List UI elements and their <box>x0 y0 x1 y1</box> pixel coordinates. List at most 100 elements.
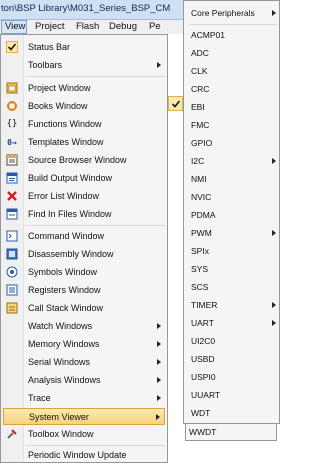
menu-debug[interactable]: Debug <box>106 20 140 34</box>
menu-item-memory-windows[interactable]: Memory Windows <box>3 336 165 353</box>
menu-item-error-list-window[interactable]: Error List Window <box>3 188 165 205</box>
submenu-arrow-icon <box>157 323 161 329</box>
project-window-icon <box>6 82 18 94</box>
submenu-arrow-icon <box>272 10 276 16</box>
menu-item-label: Memory Windows <box>28 339 100 349</box>
registers-icon <box>6 284 18 296</box>
submenu-item-label: TIMER <box>191 300 218 310</box>
menu-item-find-in-files-window[interactable]: Find In Files Window <box>3 206 165 223</box>
submenu-item-label: PWM <box>191 228 212 238</box>
submenu-item-spix[interactable]: SPIx <box>186 243 278 260</box>
menu-item-label: Call Stack Window <box>28 303 104 313</box>
submenu-item-scs[interactable]: SCS <box>186 279 278 296</box>
build-output-icon <box>6 172 18 184</box>
menu-item-label: Disassembly Window <box>28 249 114 259</box>
submenu-item-uart[interactable]: UART <box>186 315 278 332</box>
templates-icon: 0→ <box>7 137 17 147</box>
menu-item-system-viewer[interactable]: System Viewer <box>3 408 165 425</box>
menu-item-periodic-update[interactable]: Periodic Window Update <box>3 447 165 464</box>
submenu-item-acmp01[interactable]: ACMP01 <box>186 27 278 44</box>
menu-item-label: Error List Window <box>28 191 100 201</box>
submenu-item-uuart[interactable]: UUART <box>186 387 278 404</box>
submenu-item-fmc[interactable]: FMC <box>186 117 278 134</box>
menu-separator <box>189 24 277 25</box>
error-icon <box>6 190 18 202</box>
submenu-item-wdt[interactable]: WDT <box>186 405 278 422</box>
submenu-arrow-icon <box>157 377 161 383</box>
submenu-item-label: USBD <box>191 354 215 364</box>
menu-item-label: Command Window <box>28 231 105 241</box>
menu-item-symbols-window[interactable]: Symbols Window <box>3 264 165 281</box>
menu-peripherals[interactable]: Pe <box>146 20 164 34</box>
submenu-item-adc[interactable]: ADC <box>186 45 278 62</box>
submenu-item-i2c[interactable]: I2C <box>186 153 278 170</box>
submenu-item-label: I2C <box>191 156 205 166</box>
submenu-arrow-icon <box>157 395 161 401</box>
submenu-item-pwm[interactable]: PWM <box>186 225 278 242</box>
menu-item-label: Templates Window <box>28 137 104 147</box>
menu-item-serial-windows[interactable]: Serial Windows <box>3 354 165 371</box>
menu-item-label: Status Bar <box>28 42 71 52</box>
menu-item-registers-window[interactable]: Registers Window <box>3 282 165 299</box>
menu-item-toolbox-window[interactable]: Toolbox Window <box>3 426 165 443</box>
submenu-arrow-icon <box>272 320 276 326</box>
menu-item-label: Analysis Windows <box>28 375 101 385</box>
menu-item-books-window[interactable]: Books Window <box>3 98 165 115</box>
menu-item-label: Find In Files Window <box>28 209 112 219</box>
submenu-arrow-icon <box>272 302 276 308</box>
menu-item-call-stack-window[interactable]: Call Stack Window <box>3 300 165 317</box>
submenu-item-wwdt[interactable]: WWDT <box>185 424 277 441</box>
menu-separator <box>25 445 165 446</box>
submenu-item-label: Core Peripherals <box>191 8 255 18</box>
submenu-item-label: WWDT <box>189 427 217 437</box>
submenu-item-uspi0[interactable]: USPI0 <box>186 369 278 386</box>
submenu-item-crc[interactable]: CRC <box>186 81 278 98</box>
menu-view[interactable]: View <box>1 20 27 34</box>
submenu-item-label: USPI0 <box>191 372 216 382</box>
menu-item-label: Books Window <box>28 101 88 111</box>
menu-item-source-browser-window[interactable]: Source Browser Window <box>3 152 165 169</box>
submenu-item-ebi[interactable]: EBI <box>186 99 278 116</box>
checkmark-icon <box>6 41 18 53</box>
menu-item-analysis-windows[interactable]: Analysis Windows <box>3 372 165 389</box>
menu-item-project-window[interactable]: Project Window <box>3 80 165 97</box>
menu-item-functions-window[interactable]: {} Functions Window <box>3 116 165 133</box>
submenu-item-clk[interactable]: CLK <box>186 63 278 80</box>
submenu-item-sys[interactable]: SYS <box>186 261 278 278</box>
menu-flash[interactable]: Flash <box>73 20 102 34</box>
menu-item-build-output-window[interactable]: Build Output Window <box>3 170 165 187</box>
submenu-arrow-icon <box>157 341 161 347</box>
submenu-item-core-peripherals[interactable]: Core Peripherals <box>186 5 278 22</box>
submenu-item-usbd[interactable]: USBD <box>186 351 278 368</box>
symbols-icon <box>6 266 18 278</box>
menu-project[interactable]: Project <box>32 20 68 34</box>
submenu-item-label: NMI <box>191 174 207 184</box>
toolbox-icon <box>6 428 18 440</box>
menu-item-label: Toolbox Window <box>28 429 94 439</box>
submenu-item-label: WDT <box>191 408 211 418</box>
menu-item-toolbars[interactable]: Toolbars <box>3 57 165 74</box>
menu-item-disassembly-window[interactable]: Disassembly Window <box>3 246 165 263</box>
menu-item-command-window[interactable]: Command Window <box>3 228 165 245</box>
submenu-item-gpio[interactable]: GPIO <box>186 135 278 152</box>
menu-item-label: Project Window <box>28 83 91 93</box>
submenu-item-timer[interactable]: TIMER <box>186 297 278 314</box>
source-browser-icon <box>6 154 18 166</box>
submenu-arrow-icon <box>157 62 161 68</box>
submenu-item-nvic[interactable]: NVIC <box>186 189 278 206</box>
submenu-item-nmi[interactable]: NMI <box>186 171 278 188</box>
menu-item-trace[interactable]: Trace <box>3 390 165 407</box>
submenu-item-label: ACMP01 <box>191 30 226 40</box>
clk-checkmark-icon <box>168 96 183 111</box>
submenu-item-label: UART <box>191 318 214 328</box>
view-menu: Status Bar Toolbars Project Window Books… <box>0 34 168 463</box>
menu-item-templates-window[interactable]: 0→ Templates Window <box>3 134 165 151</box>
submenu-arrow-icon <box>272 158 276 164</box>
menu-item-status-bar[interactable]: Status Bar <box>3 39 165 56</box>
menu-item-watch-windows[interactable]: Watch Windows <box>3 318 165 335</box>
submenu-item-label: UUART <box>191 390 221 400</box>
submenu-item-pdma[interactable]: PDMA <box>186 207 278 224</box>
submenu-item-label: UI2C0 <box>191 336 216 346</box>
submenu-item-ui2c0[interactable]: UI2C0 <box>186 333 278 350</box>
submenu-item-label: ADC <box>191 48 209 58</box>
